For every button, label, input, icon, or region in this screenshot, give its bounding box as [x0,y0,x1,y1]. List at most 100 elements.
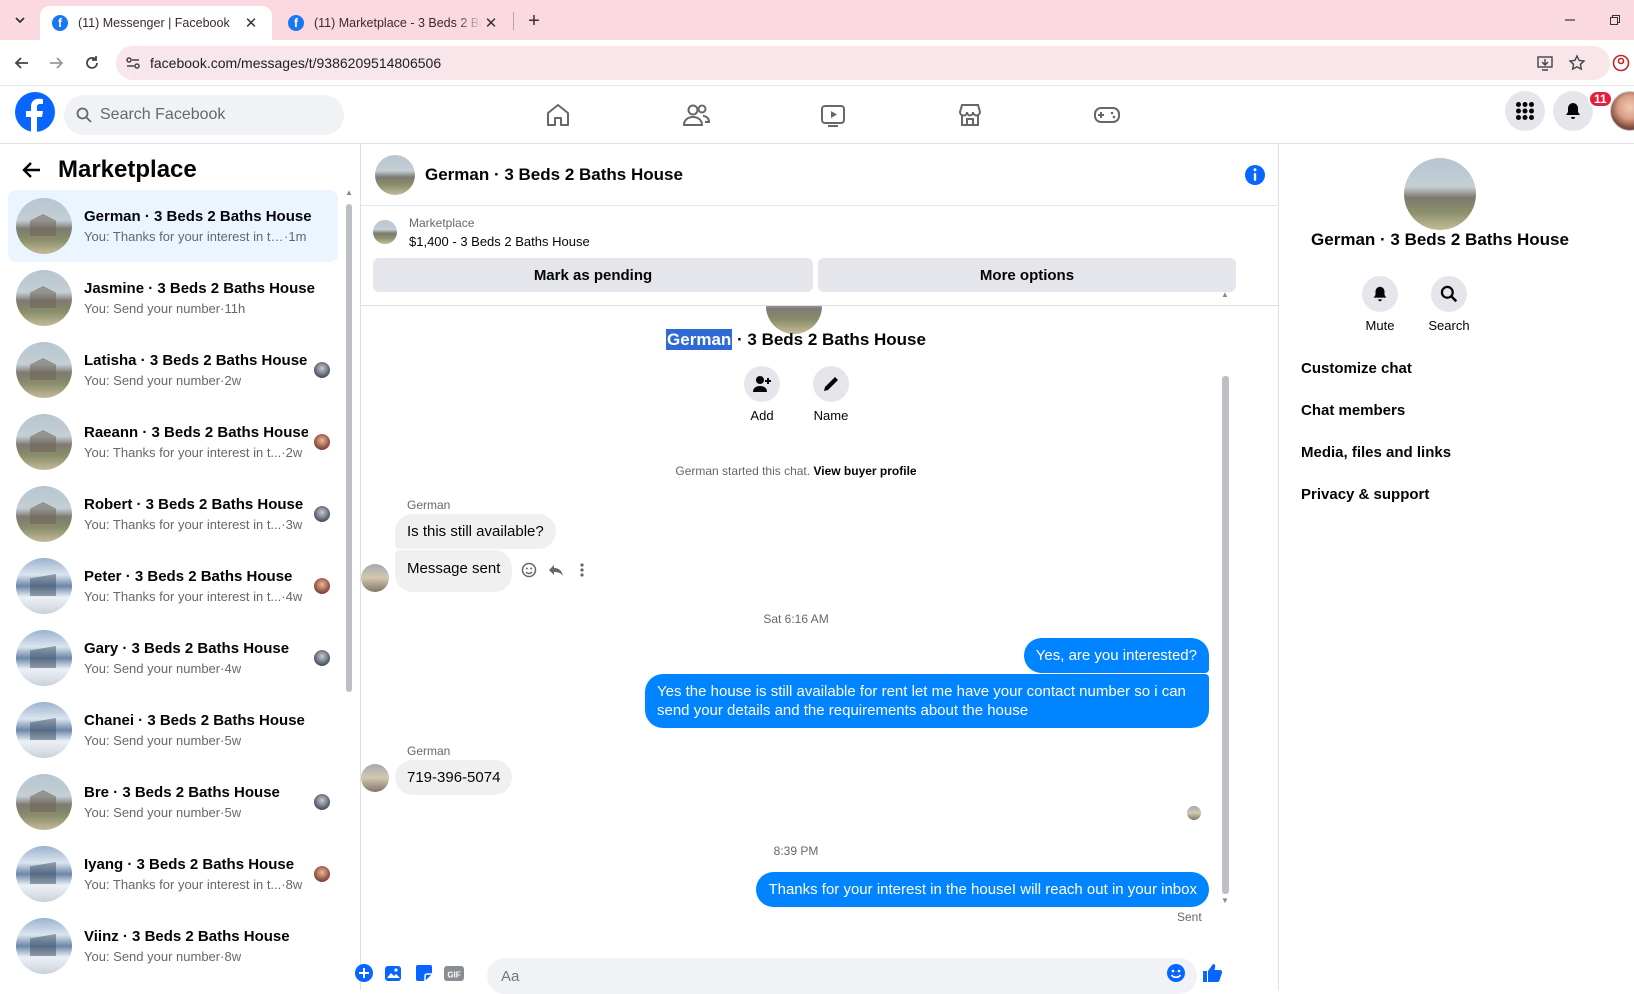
name-label: Name [813,408,849,423]
message-bubble-outgoing[interactable]: Yes, are you interested? [1023,638,1209,673]
search-in-chat-button[interactable]: Search [1419,276,1479,333]
media-files-links-item[interactable]: Media, files and links [1301,444,1451,461]
friends-icon[interactable] [681,100,711,130]
bookmark-star-icon[interactable] [1566,52,1588,74]
conversation-name: Gary · 3 Beds 2 Baths House [84,640,290,657]
conversation-item[interactable]: Raeann · 3 Beds 2 Baths House You: Thanks… [8,406,338,478]
account-avatar[interactable] [1610,91,1634,131]
sender-avatar[interactable] [361,764,389,792]
conversation-item[interactable]: Robert · 3 Beds 2 Baths House You: Thanks… [8,478,338,550]
tab-search-chevron-icon[interactable] [8,8,32,32]
scroll-down-arrow-icon[interactable]: ▼ [1221,896,1229,905]
address-bar[interactable]: facebook.com/messages/t/9386209514806506 [116,46,1610,80]
conversation-item[interactable]: German · 3 Beds 2 Baths House You: Thanks… [8,190,338,262]
gaming-icon[interactable] [1092,100,1122,130]
close-tab-icon[interactable]: ✕ [482,14,500,32]
chat-header: German · 3 Beds 2 Baths House [361,144,1279,206]
facebook-search-input[interactable]: Search Facebook [64,95,344,135]
new-tab-button[interactable]: + [522,9,546,33]
info-icon[interactable] [1243,163,1267,187]
timestamp-divider: Sat 6:16 AM [763,612,829,626]
more-actions-icon[interactable] [572,560,592,580]
marketplace-icon[interactable] [955,100,985,130]
gif-icon[interactable]: GIF [443,962,465,984]
conversation-item[interactable]: Viinz · 3 Beds 2 Baths House You: Send yo… [8,910,338,982]
restore-icon[interactable] [1605,10,1625,30]
forward-arrow-icon[interactable] [44,51,68,75]
message-bubble-incoming[interactable]: Message sent [395,550,513,592]
site-settings-icon[interactable] [116,46,150,80]
message-bubble-incoming[interactable]: 719-396-5074 [395,760,513,795]
conversation-item[interactable]: Latisha · 3 Beds 2 Baths House You: Send … [8,334,338,406]
chat-title[interactable]: German · 3 Beds 2 Baths House [425,165,683,185]
mute-button[interactable]: Mute [1350,276,1410,333]
add-people-button[interactable]: Add [732,366,792,423]
conversation-name: Viinz · 3 Beds 2 Baths House [84,928,290,945]
sender-avatar[interactable] [361,564,389,592]
conversation-item[interactable]: Chanei · 3 Beds 2 Baths House You: Send y… [8,694,338,766]
read-receipt-avatar [1187,806,1201,820]
emoji-icon[interactable] [1165,962,1187,984]
minimize-icon[interactable] [1560,10,1580,30]
listing-thumbnail [16,342,72,398]
message-bubble-incoming[interactable]: Is this still available? [395,514,556,549]
watch-icon[interactable] [818,100,848,130]
chat-scrollbar[interactable]: ▲ ▼ [1221,290,1231,908]
sticker-icon[interactable] [413,962,435,984]
chat-members-item[interactable]: Chat members [1301,402,1405,419]
conversation-item[interactable]: Jasmine · 3 Beds 2 Baths House You: Send … [8,262,338,334]
conversation-preview: You: Send your number [84,301,221,316]
facebook-logo-icon[interactable] [14,91,56,133]
message-bubble-outgoing[interactable]: Yes the house is still available for ren… [645,674,1209,728]
sidebar-scrollbar[interactable]: ▲ [345,184,353,990]
conversation-item[interactable]: Iyang · 3 Beds 2 Baths House You: Thanks … [8,838,338,910]
home-icon[interactable] [543,100,573,130]
edit-name-button[interactable]: Name [801,366,861,423]
conversation-name: Chanei · 3 Beds 2 Baths House [84,712,305,729]
sidebar-header: Marketplace [20,156,197,184]
notifications-button[interactable] [1553,91,1593,131]
listing-price-title[interactable]: $1,400 - 3 Beds 2 Baths House [409,234,590,249]
scrollbar-thumb[interactable] [346,204,352,692]
seen-avatar [314,362,330,378]
photo-icon[interactable] [383,962,405,984]
reload-icon[interactable] [80,51,104,75]
seen-avatar [314,866,330,882]
back-arrow-icon[interactable] [20,158,44,182]
conversation-item[interactable]: Bre · 3 Beds 2 Baths House You: Send your… [8,766,338,838]
scroll-up-arrow-icon[interactable]: ▲ [1221,290,1229,299]
conversation-item[interactable]: Gary · 3 Beds 2 Baths House You: Send you… [8,622,338,694]
listing-thumbnail [16,846,72,902]
privacy-support-item[interactable]: Privacy & support [1301,486,1429,503]
conversation-preview-row: You: Send your number · 2w [84,373,308,388]
svg-text:GIF: GIF [447,971,460,980]
highlighted-name: German [666,329,733,350]
close-tab-icon[interactable]: ✕ [242,14,260,32]
scroll-up-arrow-icon[interactable]: ▲ [345,188,353,197]
view-buyer-profile-link[interactable]: View buyer profile [813,464,916,478]
browser-tab-messenger[interactable]: f (11) Messenger | Facebook ✕ [40,6,272,40]
customize-chat-item[interactable]: Customize chat [1301,360,1412,377]
back-arrow-icon[interactable] [10,51,34,75]
message-input[interactable] [487,958,1197,994]
conversation-info: Jasmine · 3 Beds 2 Baths House You: Send … [84,280,330,316]
thumbs-up-icon[interactable] [1201,962,1223,984]
mark-as-pending-button[interactable]: Mark as pending [373,258,813,292]
conversation-name: Jasmine · 3 Beds 2 Baths House [84,280,315,297]
scrollbar-thumb[interactable] [1222,376,1229,894]
chat-avatar[interactable] [375,154,415,195]
install-app-icon[interactable] [1534,52,1556,74]
message-bubble-outgoing[interactable]: Thanks for your interest in the houseI w… [756,872,1209,907]
profile-icon[interactable] [1610,52,1632,74]
bell-icon [1362,276,1398,312]
reply-icon[interactable] [546,560,566,580]
more-composer-actions-icon[interactable] [353,962,375,984]
conversation-item[interactable]: Peter · 3 Beds 2 Baths House You: Thanks … [8,550,338,622]
details-avatar[interactable] [1404,158,1476,230]
more-options-button[interactable]: More options [818,258,1236,292]
listing-thumbnail[interactable] [373,220,397,244]
browser-tab-marketplace[interactable]: f (11) Marketplace - 3 Beds 2 Baths Hous… [276,6,512,40]
menu-grid-button[interactable] [1505,91,1545,131]
react-emoji-icon[interactable] [519,560,539,580]
search-icon [76,107,92,123]
